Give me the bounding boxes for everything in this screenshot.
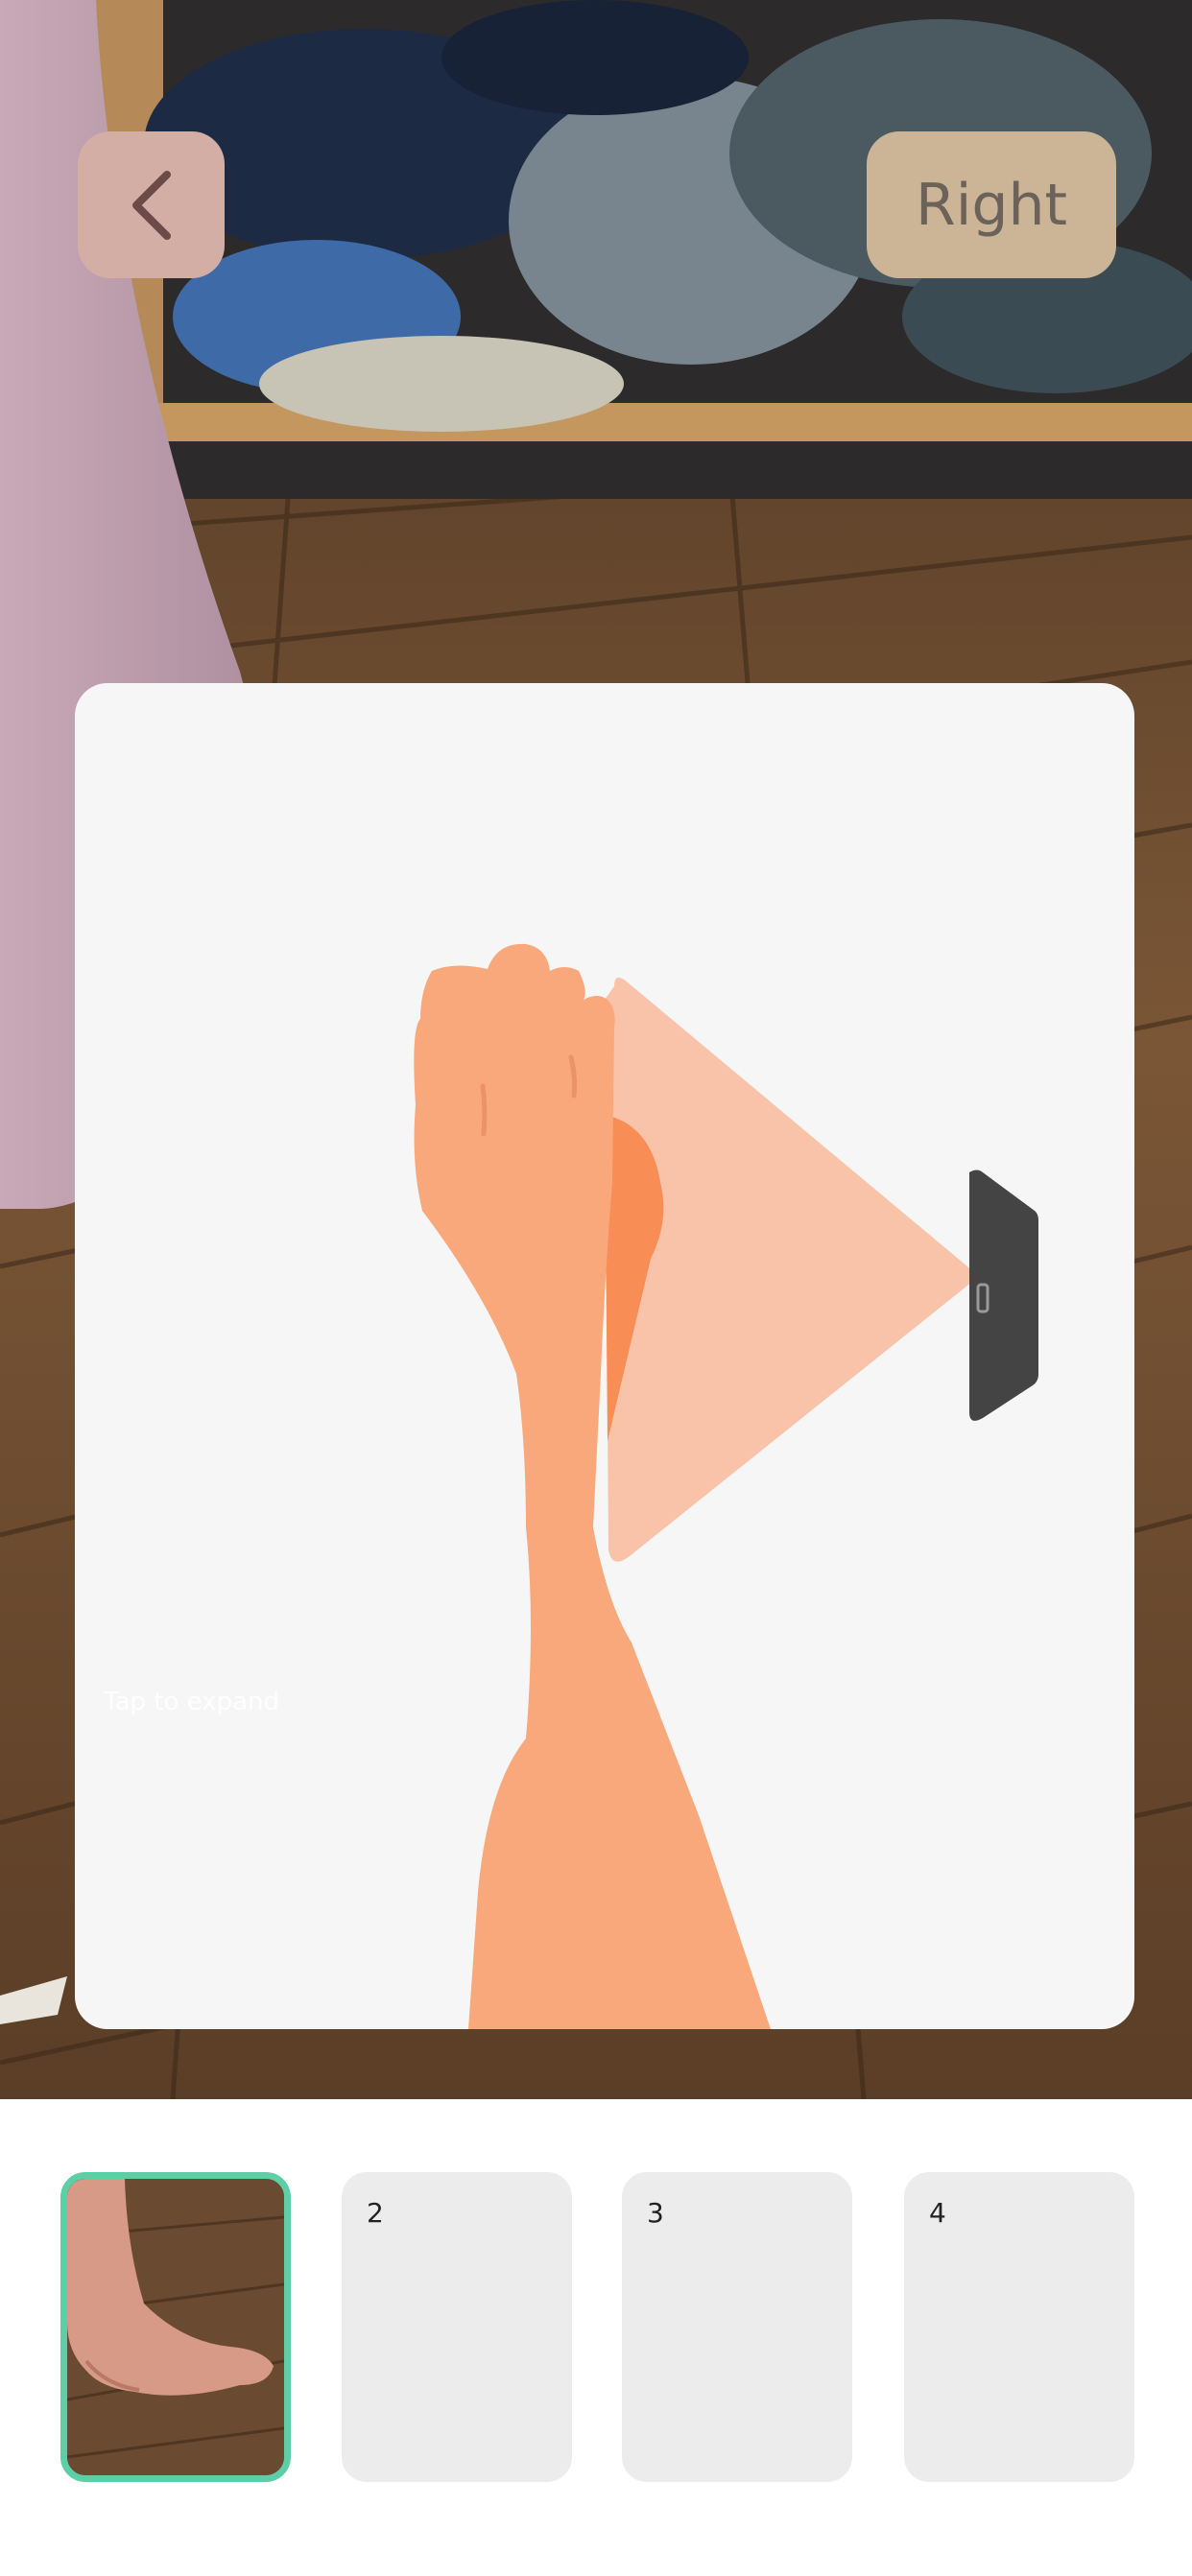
thumbnail-number: 4 bbox=[929, 2197, 946, 2229]
tap-to-expand-hint: Tap to expand bbox=[104, 1688, 279, 1716]
foot-side-label: Right bbox=[916, 171, 1067, 239]
phone-camera-lens bbox=[976, 1283, 989, 1313]
camera-cone bbox=[605, 977, 973, 1562]
instruction-card[interactable]: Tap to expand bbox=[75, 683, 1134, 2029]
captured-foot-photo bbox=[67, 2179, 284, 2475]
thumbnail-number: 3 bbox=[647, 2197, 664, 2229]
photo-thumbnail-3[interactable]: 3 bbox=[622, 2172, 852, 2482]
back-button[interactable] bbox=[78, 131, 225, 278]
photo-thumbnail-2[interactable]: 2 bbox=[342, 2172, 572, 2482]
foot-side-button[interactable]: Right bbox=[867, 131, 1116, 278]
foot-scan-illustration bbox=[414, 943, 1038, 2029]
photo-thumbnail-strip: 2 3 4 bbox=[0, 2099, 1192, 2576]
thumbnail-number: 2 bbox=[367, 2197, 384, 2229]
photo-thumbnail-1[interactable] bbox=[60, 2172, 291, 2482]
chevron-left-icon bbox=[131, 170, 171, 240]
photo-thumbnail-4[interactable]: 4 bbox=[904, 2172, 1134, 2482]
